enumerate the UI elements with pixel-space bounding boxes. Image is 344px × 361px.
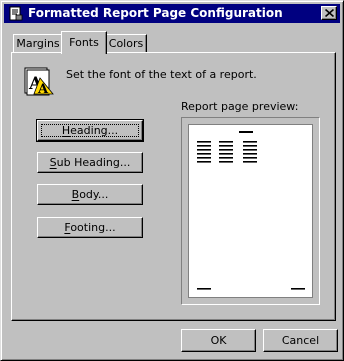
preview-heading-mark	[239, 131, 253, 133]
tab-margins[interactable]: Margins	[13, 34, 63, 52]
fonts-aa-icon: A A	[24, 67, 54, 97]
fonts-description: Set the font of the text of a report.	[66, 68, 257, 81]
tab-colors[interactable]: Colors	[105, 34, 147, 52]
cancel-button[interactable]: Cancel	[263, 329, 338, 352]
ok-button[interactable]: OK	[181, 329, 256, 352]
report-preview-page	[188, 124, 313, 298]
preview-label: Report page preview:	[181, 100, 299, 113]
preview-footing-marks	[197, 288, 305, 290]
title-bar[interactable]: Formatted Report Page Configuration	[4, 4, 340, 23]
body-font-button[interactable]: Body...	[37, 184, 143, 205]
report-preview-frame	[181, 117, 320, 305]
report-preview-graphic	[197, 131, 305, 290]
close-button[interactable]	[321, 6, 337, 20]
fonts-tab-panel: A A Set the font of the text of a report…	[11, 52, 336, 321]
sub-heading-font-button[interactable]: Sub Heading...	[37, 152, 143, 173]
report-config-icon	[9, 6, 23, 21]
heading-font-button[interactable]: Heading...	[36, 119, 144, 142]
footing-font-button[interactable]: Footing...	[37, 217, 143, 238]
window-title: Formatted Report Page Configuration	[28, 6, 283, 20]
close-icon	[325, 9, 334, 17]
dialog-window: Formatted Report Page Configuration Marg…	[0, 0, 344, 361]
preview-body-rows	[197, 141, 257, 163]
svg-text:A: A	[37, 82, 49, 97]
tab-fonts[interactable]: Fonts	[61, 31, 107, 54]
